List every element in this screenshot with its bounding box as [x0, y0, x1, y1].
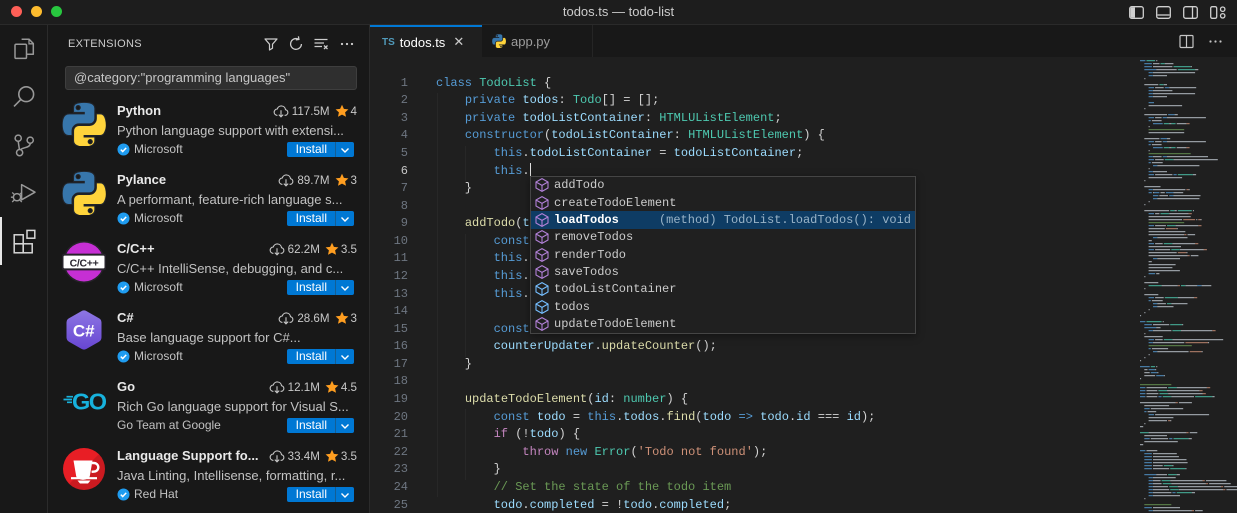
- svg-text:C#: C#: [73, 322, 95, 341]
- svg-text:GO: GO: [72, 389, 106, 415]
- svg-text:C/C++: C/C++: [70, 257, 99, 269]
